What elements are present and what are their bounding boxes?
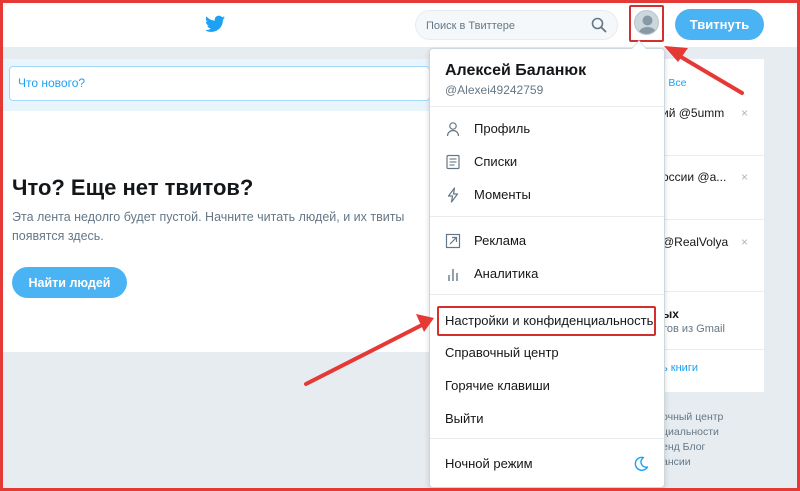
menu-item-moments[interactable]: Моменты bbox=[430, 181, 664, 209]
compose-placeholder: Что нового? bbox=[18, 76, 86, 90]
list-icon bbox=[446, 154, 460, 170]
divider bbox=[662, 155, 764, 156]
user-name[interactable]: Алексей Баланюк bbox=[445, 62, 586, 80]
menu-item-label: Моменты bbox=[474, 187, 531, 202]
find-people-button[interactable]: Найти людей bbox=[12, 267, 127, 298]
compose-area: Что нового? bbox=[0, 59, 430, 111]
footer-link[interactable]: ансии bbox=[662, 455, 764, 470]
avatar[interactable] bbox=[634, 10, 659, 35]
menu-item-label: Профиль bbox=[474, 121, 531, 136]
settings-highlight bbox=[437, 306, 656, 336]
menu-item-label: Горячие клавиши bbox=[445, 378, 550, 393]
menu-divider bbox=[430, 438, 664, 439]
menu-divider bbox=[430, 216, 664, 217]
dismiss-icon[interactable]: × bbox=[741, 170, 748, 184]
contacts-gmail-link[interactable]: тов из Gmail bbox=[662, 323, 725, 335]
menu-item-lists[interactable]: Списки bbox=[430, 148, 664, 176]
divider bbox=[662, 349, 764, 350]
menu-caret bbox=[631, 40, 647, 49]
menu-item-label: Выйти bbox=[445, 411, 484, 426]
suggestion-1[interactable]: ий @5umm bbox=[662, 106, 724, 120]
user-icon bbox=[446, 122, 460, 137]
divider bbox=[662, 291, 764, 292]
compose-input[interactable]: Что нового? bbox=[9, 66, 430, 101]
suggestion-3[interactable]: @RealVolya bbox=[662, 235, 728, 249]
books-link[interactable]: ь книги bbox=[662, 362, 698, 374]
suggestion-2[interactable]: оссии @a... bbox=[662, 170, 726, 184]
analytics-icon bbox=[448, 269, 458, 281]
account-menu: Алексей Баланюк @Alexei49242759 Профиль … bbox=[429, 40, 665, 488]
dismiss-icon[interactable]: × bbox=[741, 235, 748, 249]
menu-item-logout[interactable]: Выйти bbox=[430, 405, 664, 433]
empty-timeline: Что? Еще нет твитов? Эта лента недолго б… bbox=[0, 111, 430, 352]
menu-divider bbox=[430, 106, 664, 107]
search-box[interactable] bbox=[415, 10, 618, 40]
user-handle[interactable]: @Alexei49242759 bbox=[445, 83, 543, 97]
menu-item-help-center[interactable]: Справочный центр bbox=[430, 339, 664, 367]
menu-item-label: Ночной режим bbox=[445, 456, 533, 471]
footer-link[interactable]: циальности bbox=[662, 425, 764, 440]
menu-item-analytics[interactable]: Аналитика bbox=[430, 260, 664, 288]
menu-item-label: Справочный центр bbox=[445, 345, 559, 360]
footer-link[interactable]: очный центр bbox=[662, 410, 764, 425]
default-avatar-icon bbox=[638, 15, 657, 34]
external-link-icon bbox=[445, 233, 461, 249]
menu-item-label: Списки bbox=[474, 154, 518, 169]
menu-divider bbox=[430, 294, 664, 295]
search-icon[interactable] bbox=[591, 17, 607, 33]
lightning-icon bbox=[447, 187, 459, 203]
menu-item-profile[interactable]: Профиль bbox=[430, 115, 664, 143]
divider bbox=[662, 219, 764, 220]
moon-icon[interactable] bbox=[633, 456, 649, 472]
footer-links: очный центр циальности енд Блог ансии bbox=[662, 410, 764, 470]
empty-description: Эта лента недолго будет пустой. Начните … bbox=[12, 210, 405, 243]
empty-title: Что? Еще нет твитов? bbox=[12, 175, 254, 200]
twitter-bird-icon[interactable] bbox=[205, 15, 225, 33]
menu-item-label: Реклама bbox=[474, 233, 527, 248]
menu-item-keyboard-shortcuts[interactable]: Горячие клавиши bbox=[430, 372, 664, 400]
top-bar: Твитнуть bbox=[0, 0, 800, 48]
menu-item-ads[interactable]: Реклама bbox=[430, 227, 664, 255]
who-to-follow-panel: · Все ий @5umm × оссии @a... × @RealVoly… bbox=[662, 59, 764, 392]
view-all-link[interactable]: · Все bbox=[662, 77, 687, 89]
menu-item-night-mode[interactable]: Ночной режим bbox=[430, 450, 664, 478]
search-input[interactable] bbox=[426, 17, 586, 35]
dismiss-icon[interactable]: × bbox=[741, 106, 748, 120]
menu-item-label: Аналитика bbox=[474, 266, 539, 281]
footer-link[interactable]: енд Блог bbox=[662, 440, 764, 455]
avatar-highlight bbox=[629, 5, 664, 42]
tweet-button[interactable]: Твитнуть bbox=[675, 9, 764, 40]
